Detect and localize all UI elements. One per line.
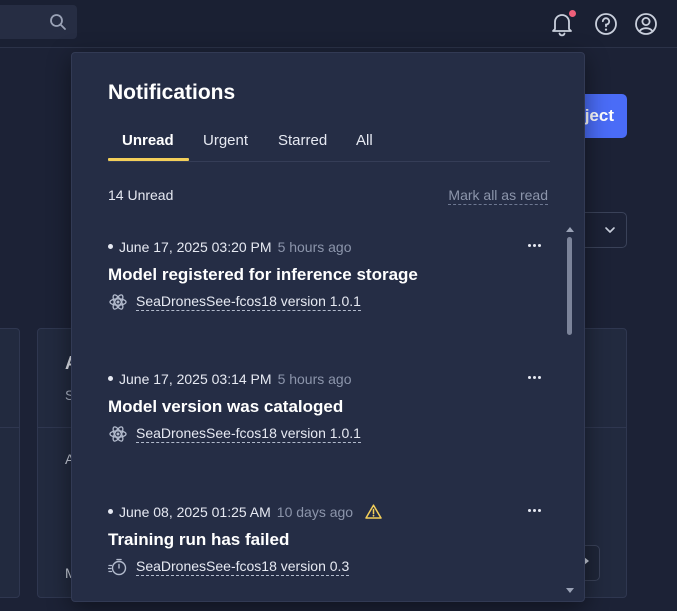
notification-ago: 10 days ago bbox=[276, 504, 354, 520]
model-icon bbox=[109, 426, 127, 442]
notification-item[interactable]: June 17, 2025 03:20 PM 5 hours ago Model … bbox=[108, 223, 548, 333]
warning-icon bbox=[365, 504, 382, 519]
notification-badge bbox=[569, 10, 576, 17]
notification-date: June 17, 2025 03:14 PM bbox=[119, 371, 272, 387]
model-icon bbox=[109, 294, 127, 310]
notification-tabs: Unread Urgent Starred All bbox=[108, 131, 550, 162]
mark-all-read-link[interactable]: Mark all as read bbox=[448, 187, 548, 205]
unread-dot-icon bbox=[108, 375, 113, 381]
stopwatch-icon bbox=[108, 558, 127, 576]
notification-title: Model registered for inference storage bbox=[108, 265, 418, 284]
search-icon[interactable] bbox=[49, 13, 67, 31]
notification-ago: 5 hours ago bbox=[277, 371, 352, 387]
notification-meta: June 17, 2025 03:20 PM 5 hours ago bbox=[108, 239, 352, 255]
notification-meta: June 08, 2025 01:25 AM 10 days ago bbox=[108, 504, 382, 521]
more-options-icon[interactable] bbox=[528, 506, 544, 514]
scrollbar-thumb[interactable] bbox=[567, 237, 572, 335]
more-options-icon[interactable] bbox=[528, 241, 544, 249]
notification-date: June 08, 2025 01:25 AM bbox=[119, 504, 271, 520]
top-bar bbox=[0, 0, 677, 48]
unread-count: 14 Unread bbox=[108, 187, 174, 203]
notifications-panel: Notifications Unread Urgent Starred All … bbox=[71, 52, 585, 602]
scroll-up-icon[interactable] bbox=[566, 227, 574, 232]
panel-title: Notifications bbox=[108, 81, 236, 104]
model-version-link[interactable]: SeaDronesSee-fcos18 version 1.0.1 bbox=[136, 293, 361, 311]
project-card[interactable] bbox=[0, 328, 20, 598]
model-version-link[interactable]: SeaDronesSee-fcos18 version 1.0.1 bbox=[136, 425, 361, 443]
more-options-icon[interactable] bbox=[528, 373, 544, 381]
chevron-down-icon bbox=[605, 227, 615, 233]
notification-list[interactable]: June 17, 2025 03:20 PM 5 hours ago Model … bbox=[72, 223, 584, 598]
notification-item[interactable]: June 08, 2025 01:25 AM 10 days ago Traini… bbox=[108, 488, 548, 598]
tab-urgent[interactable]: Urgent bbox=[203, 131, 248, 162]
notification-title: Training run has failed bbox=[108, 530, 290, 549]
tab-starred[interactable]: Starred bbox=[278, 131, 327, 162]
help-icon[interactable] bbox=[593, 11, 619, 37]
search-box[interactable] bbox=[0, 5, 77, 39]
notification-meta: June 17, 2025 03:14 PM 5 hours ago bbox=[108, 371, 352, 387]
active-tab-indicator bbox=[108, 158, 189, 161]
notification-ago: 5 hours ago bbox=[277, 239, 352, 255]
user-icon[interactable] bbox=[633, 11, 659, 37]
tab-all[interactable]: All bbox=[356, 131, 373, 162]
unread-dot-icon bbox=[108, 508, 113, 514]
scrollbar[interactable] bbox=[564, 225, 576, 595]
notification-item[interactable]: June 17, 2025 03:14 PM 5 hours ago Model … bbox=[108, 355, 548, 465]
model-version-link[interactable]: SeaDronesSee-fcos18 version 0.3 bbox=[136, 558, 350, 576]
unread-dot-icon bbox=[108, 243, 113, 249]
scroll-down-icon[interactable] bbox=[566, 588, 574, 593]
card-divider bbox=[0, 427, 19, 428]
notification-date: June 17, 2025 03:20 PM bbox=[119, 239, 272, 255]
notification-title: Model version was cataloged bbox=[108, 397, 344, 416]
